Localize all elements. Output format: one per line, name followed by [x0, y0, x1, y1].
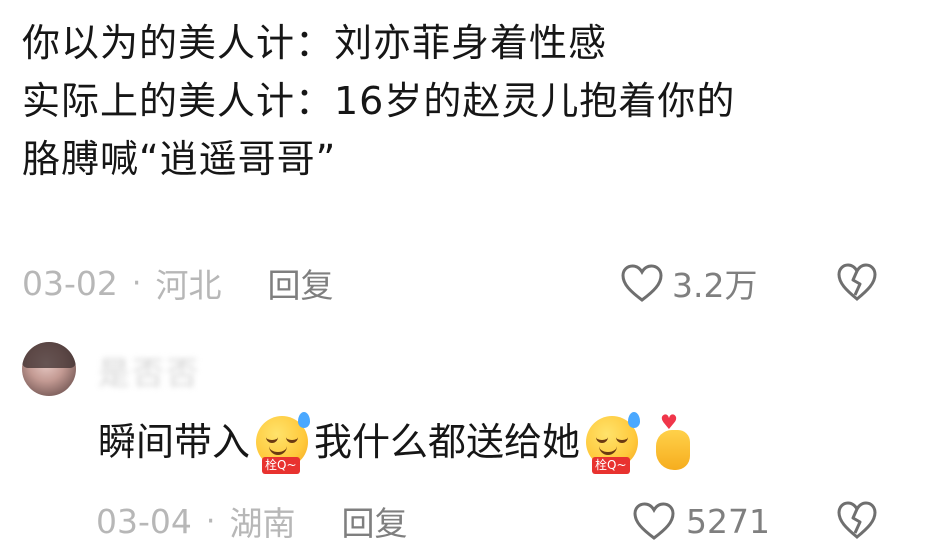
- comment-line-3: 胳膊喊“逍遥哥哥”: [22, 137, 337, 181]
- username[interactable]: 是否否: [98, 348, 200, 394]
- avatar[interactable]: [22, 342, 76, 396]
- emoji-tag-2: 栓Q~: [592, 457, 630, 474]
- comment-date: 03-02: [22, 263, 118, 303]
- reply-button-2[interactable]: 回复: [341, 497, 407, 545]
- reply-comment-meta: 03-04 · 湖南 回复: [96, 496, 407, 546]
- reply-button[interactable]: 回复: [267, 259, 333, 307]
- finger-heart-emoji-icon: ♥: [652, 412, 696, 472]
- like-count: 3.2万: [672, 266, 758, 305]
- main-comment-meta: 03-02 · 河北 回复: [22, 258, 908, 308]
- sweat-smile-emoji-icon: 栓Q~: [252, 412, 312, 474]
- dislike-button[interactable]: [836, 262, 878, 306]
- like-button-2[interactable]: 5271: [632, 496, 770, 546]
- avatar-hair: [22, 342, 76, 368]
- sweat-smile-emoji-icon-2: 栓Q~: [582, 412, 642, 474]
- like-button[interactable]: 3.2万: [620, 258, 757, 308]
- heart-outline-icon: [621, 264, 663, 302]
- reply-comment-text: 瞬间带入 栓Q~ 我什么都送给她 栓Q~ ♥: [98, 412, 696, 474]
- comment-region: 河北: [155, 266, 222, 305]
- comment-line-1: 你以为的美人计：刘亦菲身着性感: [22, 21, 608, 65]
- main-comment: 你以为的美人计：刘亦菲身着性感 实际上的美人计：16岁的赵灵儿抱着你的 胳膊喊“…: [22, 14, 902, 188]
- reply-text-part-2: 我什么都送给她: [314, 420, 581, 464]
- comment-line-2: 实际上的美人计：16岁的赵灵儿抱着你的: [22, 79, 736, 123]
- reply-text-part-1: 瞬间带入: [98, 420, 251, 464]
- like-count-2: 5271: [686, 501, 770, 541]
- broken-heart-icon-2: [837, 501, 877, 539]
- reply-date: 03-04: [96, 501, 192, 541]
- meta-separator-2: ·: [205, 503, 216, 539]
- broken-heart-icon: [837, 263, 877, 301]
- heart-outline-icon-2: [633, 502, 675, 540]
- reply-region: 湖南: [229, 504, 296, 543]
- meta-separator: ·: [131, 265, 142, 301]
- dislike-button-2[interactable]: [836, 500, 878, 544]
- emoji-tag: 栓Q~: [262, 457, 300, 474]
